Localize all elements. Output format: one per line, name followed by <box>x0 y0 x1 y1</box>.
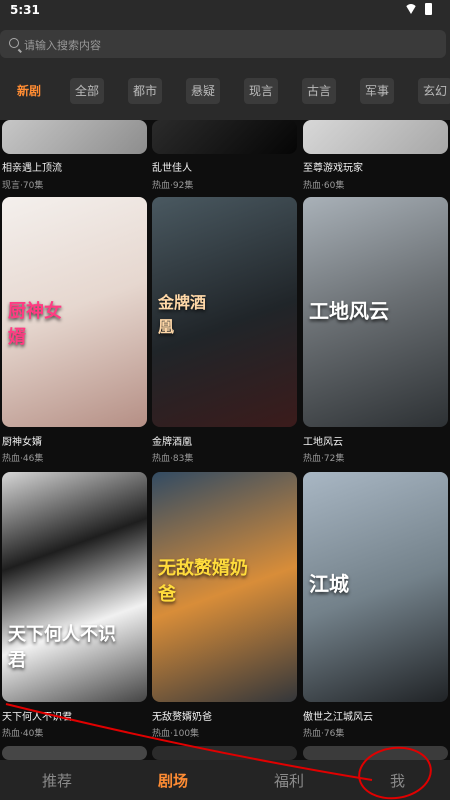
wifi-icon <box>405 4 417 14</box>
poster-title: 厨神女婿 <box>8 301 62 348</box>
tab-all[interactable]: 全部 <box>70 78 105 104</box>
category-tabs: 新剧 全部 都市 悬疑 现言 古言 军事 玄幻 <box>0 78 450 104</box>
drama-meta: 热血·46集 <box>2 454 44 464</box>
drama-meta: 热血·40集 <box>2 729 44 739</box>
drama-poster[interactable] <box>2 746 147 760</box>
status-icons <box>405 3 432 15</box>
drama-poster[interactable] <box>152 120 297 154</box>
drama-meta: 热血·83集 <box>152 454 194 464</box>
nav-benefits[interactable]: 福利 <box>274 770 304 791</box>
drama-title: 无敌赘婿奶爸 <box>152 712 212 723</box>
drama-poster[interactable] <box>152 746 297 760</box>
poster-title: 工地风云 <box>309 299 389 323</box>
drama-meta: 热血·60集 <box>303 181 345 191</box>
drama-title: 厨神女婿 <box>2 437 42 448</box>
drama-poster[interactable] <box>2 120 147 154</box>
tab-new[interactable]: 新剧 <box>12 78 46 104</box>
status-bar: 5:31 <box>0 0 450 22</box>
tab-fantasy[interactable]: 玄幻 <box>418 78 450 104</box>
battery-icon <box>425 3 432 15</box>
tab-city[interactable]: 都市 <box>128 78 163 104</box>
drama-title: 天下何人不识君 <box>2 712 72 723</box>
drama-grid: 相亲遇上顶流 现言·70集 乱世佳人 热血·92集 至尊游戏玩家 热血·60集 … <box>0 120 450 760</box>
drama-title: 工地风云 <box>303 437 343 448</box>
drama-title: 至尊游戏玩家 <box>303 163 363 174</box>
drama-poster[interactable]: 厨神女婿 <box>2 197 147 427</box>
drama-title: 金牌酒凰 <box>152 437 192 448</box>
drama-meta: 热血·100集 <box>152 729 200 739</box>
drama-meta: 热血·76集 <box>303 729 345 739</box>
drama-title: 相亲遇上顶流 <box>2 163 62 174</box>
tab-military[interactable]: 军事 <box>360 78 395 104</box>
tab-ancient-romance[interactable]: 古言 <box>302 78 337 104</box>
drama-meta: 热血·92集 <box>152 181 194 191</box>
tab-mystery[interactable]: 悬疑 <box>186 78 221 104</box>
drama-meta: 现言·70集 <box>2 181 44 191</box>
tab-modern-romance[interactable]: 现言 <box>244 78 279 104</box>
drama-poster[interactable]: 工地风云 <box>303 197 448 427</box>
drama-poster[interactable]: 无敌赘婿奶爸 <box>152 472 297 702</box>
search-placeholder: 请输入搜索内容 <box>24 39 101 52</box>
poster-title: 无敌赘婿奶爸 <box>158 558 248 605</box>
drama-poster[interactable]: 天下何人不识君 <box>2 472 147 702</box>
drama-title: 乱世佳人 <box>152 163 192 174</box>
poster-title: 金牌酒凰 <box>158 293 207 336</box>
drama-poster[interactable] <box>303 120 448 154</box>
drama-poster[interactable]: 金牌酒凰 <box>152 197 297 427</box>
drama-title: 傲世之江城风云 <box>303 712 373 723</box>
header: 请输入搜索内容 新剧 全部 都市 悬疑 现言 古言 军事 玄幻 <box>0 22 450 120</box>
status-time: 5:31 <box>10 3 40 17</box>
search-box[interactable]: 请输入搜索内容 <box>0 30 446 58</box>
drama-meta: 热血·72集 <box>303 454 345 464</box>
drama-poster[interactable]: 江城 <box>303 472 448 702</box>
search-icon <box>9 38 19 48</box>
poster-title: 江城 <box>309 572 349 596</box>
nav-theater[interactable]: 剧场 <box>158 770 188 791</box>
poster-title: 天下何人不识君 <box>8 624 116 671</box>
nav-recommend[interactable]: 推荐 <box>42 770 72 791</box>
